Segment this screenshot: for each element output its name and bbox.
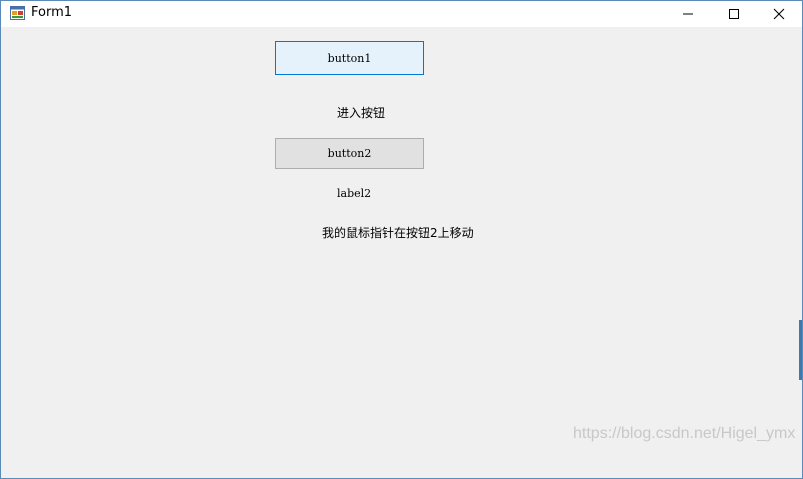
form-app-icon: [10, 6, 25, 20]
maximize-icon: [729, 9, 739, 19]
button2[interactable]: button2: [275, 138, 424, 169]
close-button[interactable]: [756, 1, 802, 27]
label2: label2: [337, 187, 372, 200]
label1: 进入按钮: [337, 106, 386, 120]
button1[interactable]: button1: [275, 41, 424, 75]
minimize-button[interactable]: [665, 1, 711, 27]
window-title: Form1: [31, 5, 73, 20]
minimize-icon: [683, 13, 693, 15]
label3: 我的鼠标指针在按钮2上移动: [322, 226, 474, 240]
maximize-button[interactable]: [711, 1, 757, 27]
form1-window: Form1 button1 进入按钮 button2 label2 我的鼠标指针…: [0, 0, 803, 479]
close-icon: [773, 8, 785, 20]
form-client-area: button1 进入按钮 button2 label2 我的鼠标指针在按钮2上移…: [1, 27, 802, 478]
window-edge-accent: [799, 320, 802, 380]
title-bar[interactable]: Form1: [1, 1, 802, 27]
watermark: https://blog.csdn.net/Higel_ymx: [573, 425, 796, 442]
